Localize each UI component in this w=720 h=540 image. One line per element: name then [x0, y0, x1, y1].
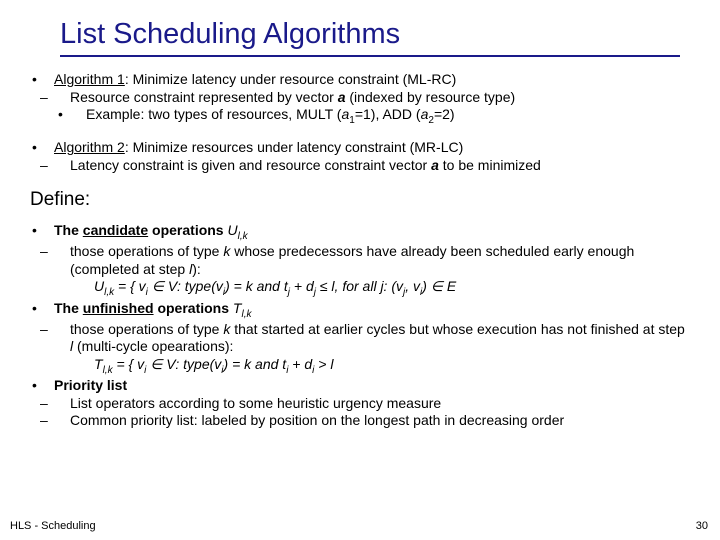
uf-pre: T: [94, 356, 103, 372]
algo1-ex-a: Example: two types of resources, MULT (: [86, 106, 341, 122]
dash-l2: –: [30, 89, 70, 107]
uf1: = { v: [113, 356, 145, 372]
cand-sym: U: [228, 222, 238, 238]
dash-l2: –: [30, 157, 70, 175]
unf-a: The: [54, 300, 83, 316]
uf4: + d: [288, 356, 312, 372]
bullet-l1: •: [30, 71, 54, 89]
unf-s1b: that started at earlier cycles but whose…: [230, 321, 684, 337]
bullet-l1: •: [30, 222, 54, 243]
unf-head: The unfinished operations Tl,k: [54, 300, 690, 321]
slide-title: List Scheduling Algorithms: [60, 18, 690, 55]
uf3: ) = k and t: [224, 356, 287, 372]
cand-sub: l,k: [238, 231, 248, 242]
cand-a: The: [54, 222, 83, 238]
cf7: ) ∈ E: [422, 278, 456, 294]
cf-sub: l,k: [104, 287, 114, 298]
bullet-l1: •: [30, 139, 54, 157]
algo1-desc: : Minimize latency under resource constr…: [125, 71, 456, 87]
dash-l2: –: [30, 395, 70, 413]
bullet-l1: •: [30, 300, 54, 321]
algo1-sub: Resource constraint represented by vecto…: [70, 89, 690, 107]
algo1-sub-b: (indexed by resource type): [346, 89, 516, 105]
vec-a: a: [338, 89, 346, 105]
unf-s1c: (multi-cycle opearations):: [73, 338, 233, 354]
algo2-head: Algorithm 2: Minimize resources under la…: [54, 139, 690, 157]
dash-l2: –: [30, 412, 70, 430]
uf-sub: l,k: [103, 365, 113, 376]
cand-b: candidate: [83, 222, 148, 238]
define-heading: Define:: [30, 174, 690, 222]
unf-b: unfinished: [83, 300, 154, 316]
cf-pre: U: [94, 278, 104, 294]
unf-c: operations: [154, 300, 233, 316]
algo1-label: Algorithm 1: [54, 71, 125, 87]
unf-sub: l,k: [241, 308, 251, 319]
algo1-ex-c: =2): [434, 106, 455, 122]
cand-s1: those operations of type: [70, 243, 223, 259]
unf-desc: those operations of type k that started …: [70, 321, 690, 356]
footer-left: HLS - Scheduling: [10, 520, 96, 532]
prio-head: Priority list: [54, 377, 690, 395]
uf2: ∈ V: type(v: [146, 356, 221, 372]
page-number: 30: [696, 520, 708, 532]
cand-head: The candidate operations Ul,k: [54, 222, 690, 243]
cand-c: operations: [148, 222, 227, 238]
cand-desc: those operations of type k whose predece…: [70, 243, 690, 278]
slide-body: • Algorithm 1: Minimize latency under re…: [30, 57, 690, 430]
algo2-sub: Latency constraint is given and resource…: [70, 157, 690, 175]
algo2-desc: : Minimize resources under latency const…: [125, 139, 463, 155]
algo1-sub-a: Resource constraint represented by vecto…: [70, 89, 338, 105]
cf2: ∈ V: type(v: [148, 278, 223, 294]
dash-l2: –: [30, 321, 70, 356]
cf5: ≤ l, for all j: (v: [316, 278, 403, 294]
cf6: , v: [405, 278, 420, 294]
vec-a2: a: [431, 157, 439, 173]
prio-s2: Common priority list: labeled by positio…: [70, 412, 690, 430]
algo1-ex-b: =1), ADD (: [355, 106, 421, 122]
cf4: + d: [290, 278, 314, 294]
algo1-head: Algorithm 1: Minimize latency under reso…: [54, 71, 690, 89]
uf5: > l: [314, 356, 333, 372]
dash-l2: –: [30, 243, 70, 278]
bullet-l3: •: [30, 106, 86, 127]
algo1-ex: Example: two types of resources, MULT (a…: [86, 106, 690, 127]
cand-formula: Ul,k = { vi ∈ V: type(vi) = k and tj + d…: [30, 278, 690, 299]
algo2-label: Algorithm 2: [54, 139, 125, 155]
algo2-sub-b: to be minimized: [439, 157, 541, 173]
unf-s1a: those operations of type: [70, 321, 223, 337]
cand-s1c: ):: [192, 261, 201, 277]
bullet-l1: •: [30, 377, 54, 395]
cf3: ) = k and t: [225, 278, 288, 294]
algo2-sub-a: Latency constraint is given and resource…: [70, 157, 431, 173]
prio-s1: List operators according to some heurist…: [70, 395, 690, 413]
cf1: = { v: [114, 278, 146, 294]
unf-formula: Tl,k = { vi ∈ V: type(vi) = k and ti + d…: [30, 356, 690, 377]
